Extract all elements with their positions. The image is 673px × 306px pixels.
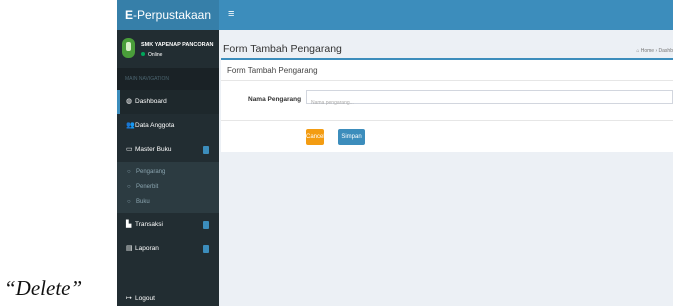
app-window: E-Perpustakaan ≡ SMK YAPENAP PANCORAN On… xyxy=(117,0,673,306)
sidebar-item-master-buku[interactable]: ▭ Master Buku xyxy=(117,138,219,162)
sidebar-item-buku[interactable]: ○ Buku xyxy=(117,195,219,210)
circle-icon: ○ xyxy=(127,184,131,190)
sidebar-item-label: Transaksi xyxy=(135,221,163,228)
sidebar-item-label: Dashboard xyxy=(135,98,167,105)
page-title: Form Tambah Pengarang xyxy=(223,43,342,55)
monitor-icon: ▭ xyxy=(126,146,133,153)
expand-badge xyxy=(203,245,209,253)
sidebar-item-data-anggota[interactable]: 👥Data Anggota xyxy=(117,114,219,138)
sidebar-item-pengarang[interactable]: ○ Pengarang xyxy=(117,165,219,180)
avatar xyxy=(122,38,135,58)
brand-logo[interactable]: E-Perpustakaan xyxy=(117,0,219,30)
user-name: SMK YAPENAP PANCORAN xyxy=(141,42,214,48)
sidebar-item-label: Data Anggota xyxy=(135,122,175,129)
sidebar-item-label: Pengarang xyxy=(136,169,166,175)
circle-icon: ○ xyxy=(127,199,131,205)
brand-name: -Perpustakaan xyxy=(132,8,212,22)
expand-badge xyxy=(203,221,209,229)
sidebar-item-label: Penerbit xyxy=(136,184,159,190)
nav-header: MAIN NAVIGATION xyxy=(117,68,219,90)
sidebar-item-laporan[interactable]: ▤ Laporan xyxy=(117,237,219,261)
sidebar-item-transaksi[interactable]: ▙ Transaksi xyxy=(117,213,219,237)
sidebar-item-label: Master Buku xyxy=(135,146,172,153)
sidebar-toggle-icon[interactable]: ≡ xyxy=(228,0,234,29)
sidebar-item-logout[interactable]: ↦ Logout xyxy=(117,287,219,306)
sidebar-item-penerbit[interactable]: ○ Penerbit xyxy=(117,180,219,195)
sidebar: SMK YAPENAP PANCORAN Online MAIN NAVIGAT… xyxy=(117,30,219,306)
box-title: Form Tambah Pengarang xyxy=(227,66,318,75)
expand-badge xyxy=(203,146,209,154)
circle-icon: ○ xyxy=(127,169,131,175)
sidebar-item-label: Logout xyxy=(135,295,155,302)
logout-icon: ↦ xyxy=(126,295,132,302)
nama-pengarang-field-wrapper xyxy=(306,90,673,109)
submenu-master-buku: ○ Pengarang ○ Penerbit ○ Buku xyxy=(117,162,219,213)
top-navbar: E-Perpustakaan ≡ xyxy=(117,0,673,30)
user-panel: SMK YAPENAP PANCORAN Online xyxy=(117,30,219,68)
divider xyxy=(221,120,673,121)
brand-initial: E xyxy=(124,8,133,22)
sidebar-item-dashboard[interactable]: ◍ Dashboard xyxy=(117,90,219,114)
nama-pengarang-label: Nama Pengarang xyxy=(248,96,302,103)
cancel-button[interactable]: Cancel xyxy=(306,129,325,145)
breadcrumb[interactable]: ⌂ Home › Dashb xyxy=(636,48,673,54)
chart-icon: ▙ xyxy=(126,221,132,228)
sidebar-item-label: Laporan xyxy=(135,245,159,252)
delete-caption: “Delete” xyxy=(4,276,83,300)
file-icon: ▤ xyxy=(126,245,133,252)
nama-pengarang-input[interactable] xyxy=(307,97,673,109)
save-button[interactable]: Simpan xyxy=(338,129,365,145)
divider xyxy=(221,80,673,81)
status-online: Online xyxy=(141,52,162,58)
form-box: Form Tambah Pengarang Nama Pengarang Can… xyxy=(221,58,673,152)
dashboard-icon: ◍ xyxy=(126,98,133,105)
users-icon: 👥 xyxy=(126,122,135,129)
sidebar-item-label: Buku xyxy=(136,199,150,205)
main-content: Form Tambah Pengarang ⌂ Home › Dashb For… xyxy=(219,30,673,306)
